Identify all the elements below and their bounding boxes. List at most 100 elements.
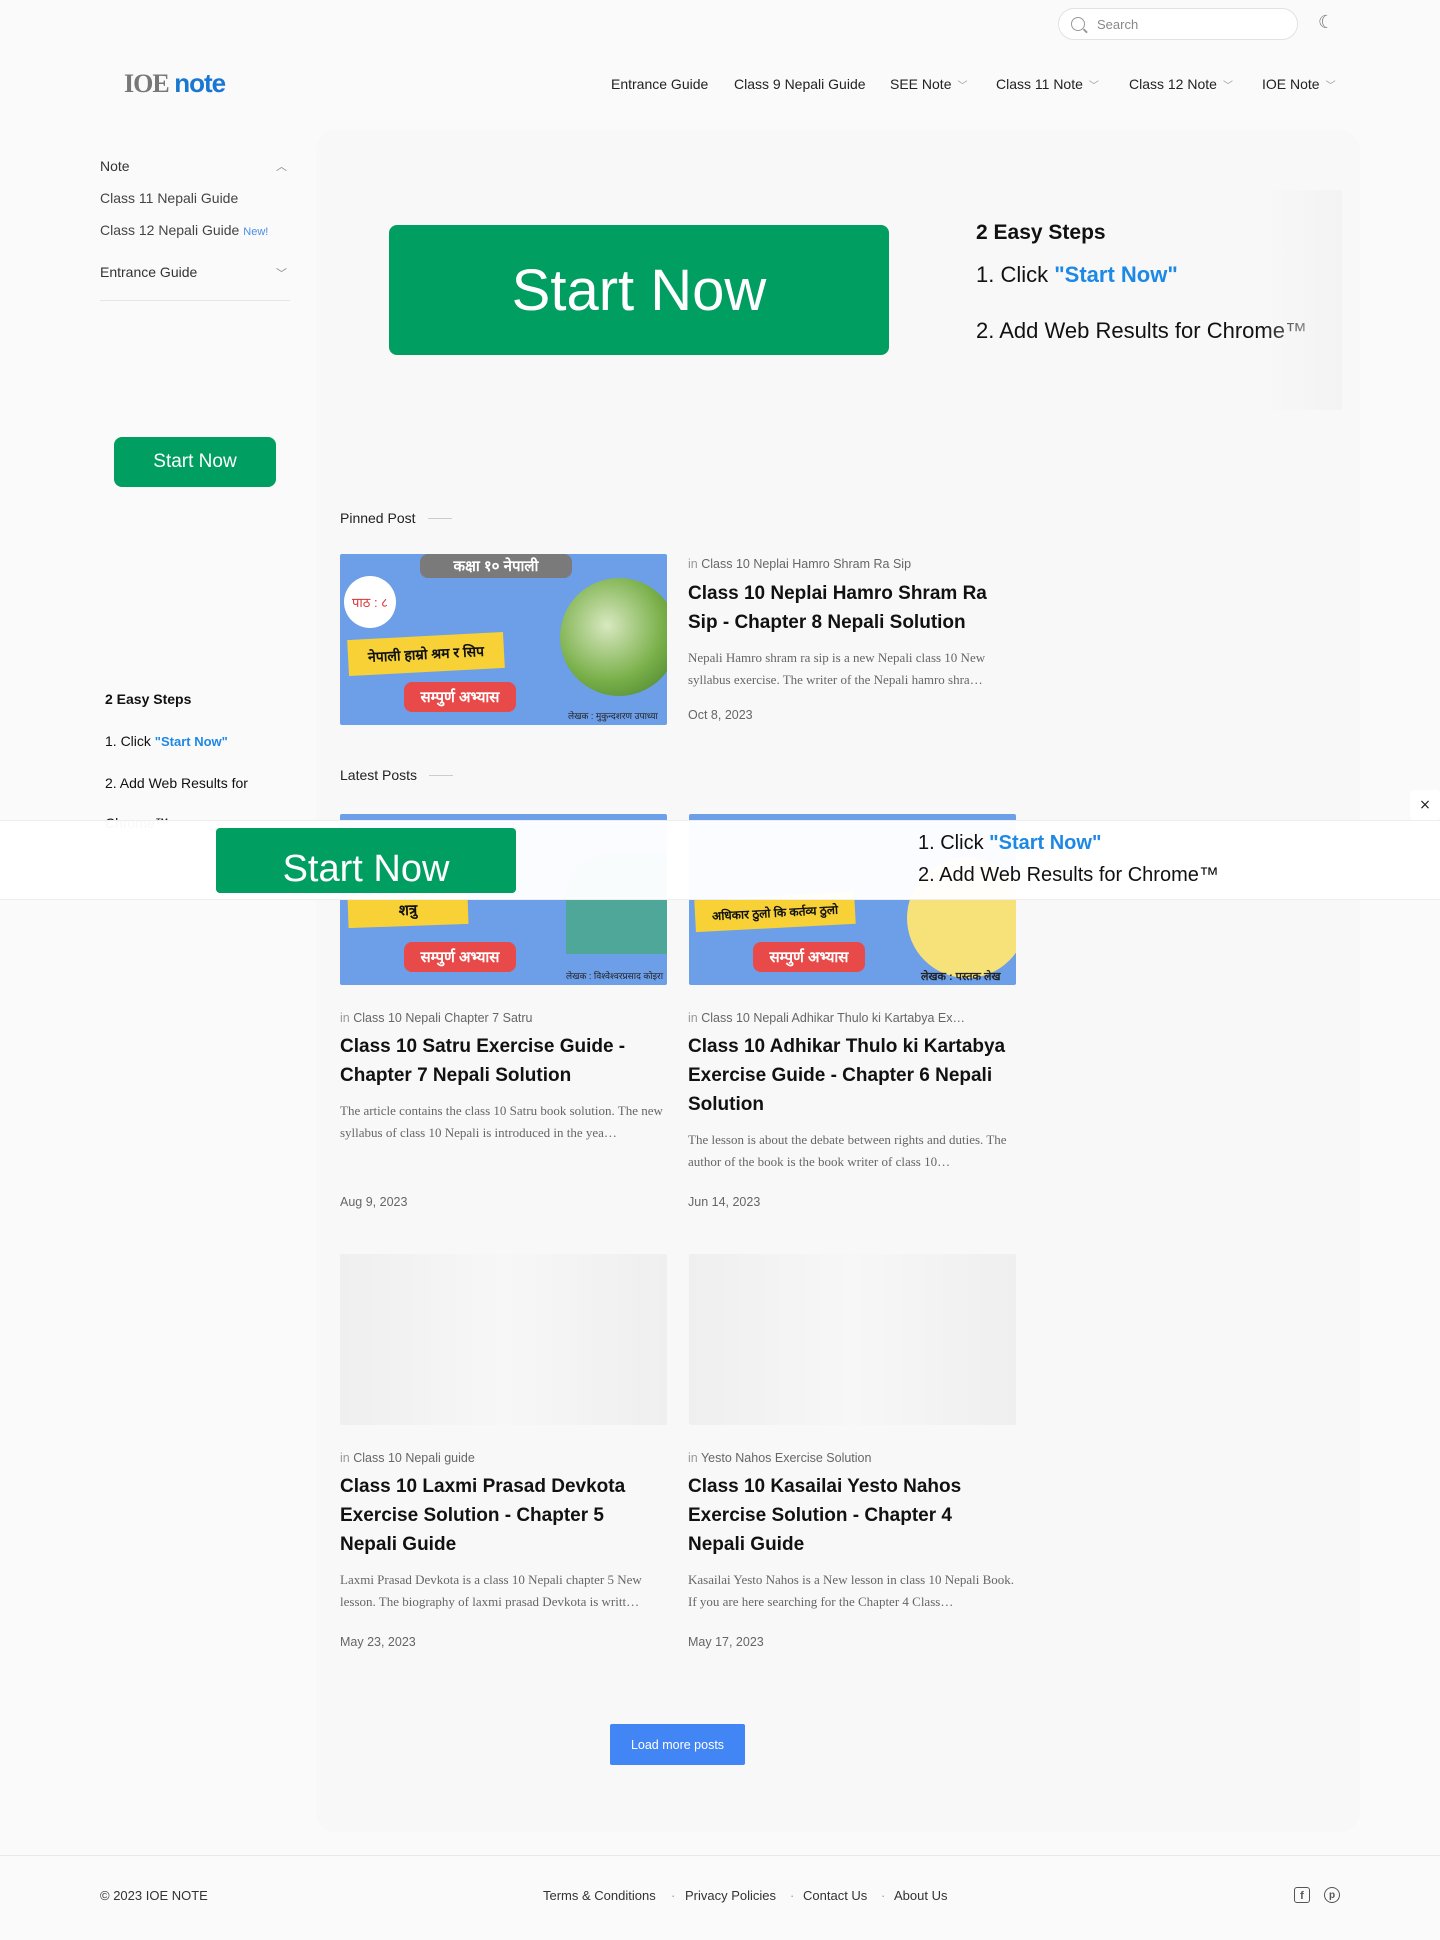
- chevron-down-icon: ﹀: [957, 81, 968, 92]
- post-thumbnail-4[interactable]: [689, 1254, 1016, 1425]
- post-category-1[interactable]: in Class 10 Nepali Chapter 7 Satru: [340, 1011, 532, 1025]
- post-category-4[interactable]: in Yesto Nahos Exercise Solution: [688, 1451, 871, 1465]
- sidebar-item-class-11-nepali-guide[interactable]: Class 11 Nepali Guide: [100, 190, 238, 206]
- logo-text-ioe: IOE: [124, 69, 170, 98]
- post-excerpt-1: The article contains the class 10 Satru …: [340, 1103, 663, 1140]
- footer-link-contact[interactable]: Contact Us: [803, 1888, 867, 1903]
- category-link[interactable]: Yesto Nahos Exercise Solution: [701, 1451, 871, 1465]
- post-date-4: May 17, 2023: [688, 1635, 764, 1649]
- nav-label: IOE Note: [1262, 76, 1320, 92]
- in-label: in: [688, 557, 698, 571]
- new-badge: New!: [243, 226, 269, 238]
- nav-label: Class 12 Note: [1129, 76, 1217, 92]
- nav-class-9-nepali-guide[interactable]: Class 9 Nepali Guide: [734, 76, 866, 92]
- category-link[interactable]: Class 10 Nepali Chapter 7 Satru: [353, 1011, 532, 1025]
- footer-link-terms[interactable]: Terms & Conditions: [543, 1888, 656, 1903]
- load-more-button[interactable]: Load more posts: [610, 1724, 745, 1765]
- chevron-up-icon[interactable]: ︿: [276, 158, 287, 174]
- category-link[interactable]: Class 10 Nepali guide: [353, 1451, 475, 1465]
- sidebar-ad-step-1: 1. Click "Start Now": [105, 733, 228, 749]
- post-date-1: Aug 9, 2023: [340, 1195, 408, 1209]
- sticky-ad-start-now-button[interactable]: Start Now: [216, 828, 516, 893]
- post-title-3[interactable]: Class 10 Laxmi Prasad Devkota Exercise S…: [340, 1472, 660, 1559]
- site-logo[interactable]: IOE note: [124, 68, 226, 99]
- thumb-author: लेखक : विश्वेश्वरप्रसाद कोइरा: [566, 971, 664, 981]
- post-category-2[interactable]: in Class 10 Nepali Adhikar Thulo ki Kart…: [688, 1011, 965, 1025]
- footer-link-about[interactable]: About Us: [894, 1888, 947, 1903]
- ad-step-1: 1. Click "Start Now": [976, 262, 1178, 288]
- sidebar-item-entrance-guide[interactable]: Entrance Guide: [100, 264, 197, 280]
- sidebar-ad-start-now-button[interactable]: Start Now: [114, 437, 276, 487]
- nav-label: Class 9 Nepali Guide: [734, 76, 866, 92]
- thumb-subtitle: सम्पुर्ण अभ्यास: [404, 942, 516, 972]
- ad-step-2: 2. Add Web Results for Chrome™: [976, 318, 1307, 343]
- ad-start-now-button[interactable]: Start Now: [389, 225, 889, 355]
- pinned-post-title[interactable]: Class 10 Neplai Hamro Shram Ra Sip - Cha…: [688, 579, 1008, 637]
- footer-link-privacy[interactable]: Privacy Policies: [685, 1888, 776, 1903]
- thumb-illustration: [560, 578, 667, 696]
- footer-divider: [0, 1855, 1440, 1856]
- facebook-icon[interactable]: f: [1294, 1887, 1310, 1903]
- sidebar-divider: [100, 300, 290, 301]
- post-excerpt-3: Laxmi Prasad Devkota is a class 10 Nepal…: [340, 1572, 642, 1609]
- category-link[interactable]: Class 10 Neplai Hamro Shram Ra Sip: [701, 557, 911, 571]
- nav-class-11-note[interactable]: Class 11 Note ﹀: [996, 76, 1099, 92]
- sidebar-item-note[interactable]: Note: [100, 158, 130, 174]
- search-input[interactable]: Search: [1058, 8, 1298, 40]
- start-now-link[interactable]: "Start Now": [1054, 262, 1178, 287]
- latest-posts-label: Latest Posts: [340, 767, 453, 783]
- pinned-post-category[interactable]: in Class 10 Neplai Hamro Shram Ra Sip: [688, 557, 911, 571]
- nav-class-12-note[interactable]: Class 12 Note ﹀: [1129, 76, 1233, 92]
- start-now-link[interactable]: "Start Now": [155, 734, 228, 749]
- sidebar-item-class-12-nepali-guide[interactable]: Class 12 Nepali Guide New!: [100, 222, 268, 238]
- thumb-lesson-badge: पाठ : ८: [344, 576, 396, 628]
- nav-label: SEE Note: [890, 76, 952, 92]
- in-label: in: [688, 1451, 698, 1465]
- in-label: in: [688, 1011, 698, 1025]
- pinned-post-excerpt: Nepali Hamro shram ra sip is a new Nepal…: [688, 650, 986, 687]
- nav-label: Entrance Guide: [611, 76, 709, 92]
- thumb-subtitle: सम्पुर्ण अभ्यास: [404, 682, 516, 712]
- sticky-ad-step-1: 1. Click "Start Now": [918, 832, 1101, 855]
- sidebar-item-label: Class 12 Nepali Guide: [100, 222, 240, 238]
- close-icon[interactable]: ×: [1410, 790, 1440, 820]
- search-icon: [1071, 17, 1085, 31]
- post-title-1[interactable]: Class 10 Satru Exercise Guide - Chapter …: [340, 1032, 660, 1090]
- nav-label: Class 11 Note: [996, 76, 1083, 92]
- post-date-2: Jun 14, 2023: [688, 1195, 761, 1209]
- sidebar-ad-step-2: 2. Add Web Results for: [105, 775, 248, 791]
- step-text: 1. Click: [105, 733, 155, 749]
- post-date-3: May 23, 2023: [340, 1635, 416, 1649]
- chevron-down-icon: ﹀: [1325, 81, 1336, 92]
- footer-separator: ·: [671, 1888, 676, 1903]
- ad-fade: [1262, 190, 1342, 410]
- post-title-2[interactable]: Class 10 Adhikar Thulo ki Kartabya Exerc…: [688, 1032, 1018, 1119]
- in-label: in: [340, 1011, 350, 1025]
- thumb-author: लेखक : पस्तक लेख: [921, 971, 1001, 983]
- chevron-down-icon: ﹀: [1088, 81, 1099, 92]
- nav-see-note[interactable]: SEE Note ﹀: [890, 76, 967, 92]
- thumb-tag: कक्षा १० नेपाली: [420, 554, 572, 578]
- post-excerpt-4: Kasailai Yesto Nahos is a New lesson in …: [688, 1572, 1015, 1609]
- thumb-subtitle: सम्पुर्ण अभ्यास: [753, 942, 865, 972]
- dark-mode-moon-icon[interactable]: ☾: [1318, 12, 1340, 34]
- step-text: 1. Click: [976, 262, 1055, 287]
- chevron-down-icon[interactable]: ﹀: [276, 265, 287, 281]
- sticky-ad-step-2: 2. Add Web Results for Chrome™: [918, 864, 1219, 886]
- post-excerpt-2: The lesson is about the debate between r…: [688, 1132, 1007, 1169]
- in-label: in: [340, 1451, 350, 1465]
- category-link[interactable]: Class 10 Nepali Adhikar Thulo ki Kartaby…: [701, 1011, 965, 1025]
- pinterest-icon[interactable]: p: [1324, 1887, 1340, 1903]
- search-placeholder: Search: [1097, 16, 1139, 32]
- post-category-3[interactable]: in Class 10 Nepali guide: [340, 1451, 475, 1465]
- nav-entrance-guide[interactable]: Entrance Guide: [611, 76, 708, 92]
- post-title-4[interactable]: Class 10 Kasailai Yesto Nahos Exercise S…: [688, 1472, 1008, 1559]
- start-now-link[interactable]: "Start Now": [989, 832, 1101, 854]
- footer-copyright: © 2023 IOE NOTE: [100, 1888, 208, 1903]
- sidebar-ad-steps-title: 2 Easy Steps: [105, 691, 192, 707]
- pinned-post-thumbnail[interactable]: कक्षा १० नेपाली पाठ : ८ नेपाली हाम्रो श्…: [340, 554, 667, 725]
- post-thumbnail-3[interactable]: [340, 1254, 667, 1425]
- logo-text-note: note: [174, 68, 226, 98]
- nav-ioe-note[interactable]: IOE Note ﹀: [1262, 76, 1336, 92]
- step-text: 1. Click: [918, 832, 990, 854]
